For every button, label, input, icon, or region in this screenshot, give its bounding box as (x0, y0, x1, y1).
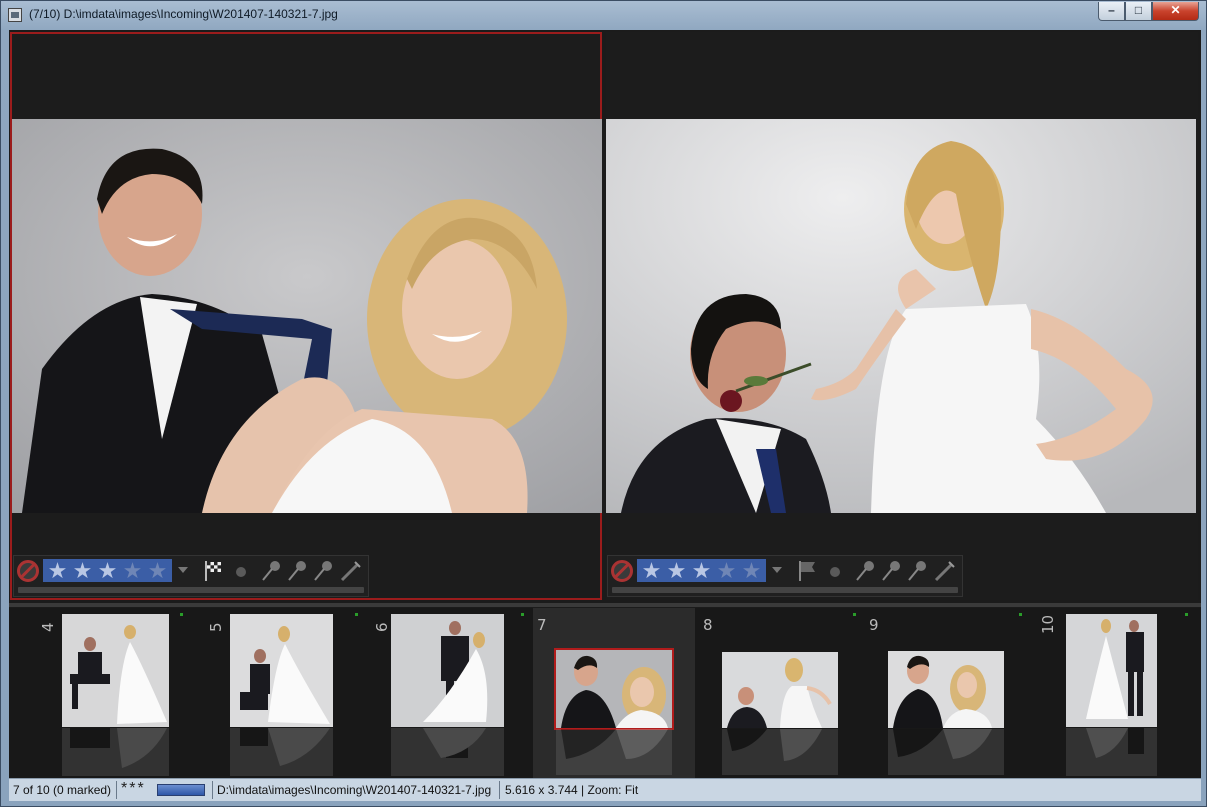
close-icon: ✕ (1170, 3, 1181, 17)
thumbnail-cell-current[interactable]: 7 (533, 608, 695, 778)
star-icon[interactable]: ★ (739, 559, 764, 582)
thumbnail-number: 8 (703, 616, 713, 634)
checkered-flag-icon[interactable] (202, 559, 224, 583)
filmstrip-splitter[interactable] (9, 603, 1201, 607)
thumbnail-cell[interactable]: 9 (855, 608, 1023, 778)
thumbnail-number: 6 (373, 622, 391, 632)
minimize-button[interactable]: – (1098, 2, 1125, 21)
close-button[interactable]: ✕ (1152, 2, 1199, 21)
title-bar[interactable]: (7/10) D:\imdata\images\Incoming\W201407… (1, 1, 1206, 29)
viewer-area: ★ ★ ★ ★ ★ ★ ★ ★ ★ ★ 4 5 6 7 8 9 10 7 of … (9, 30, 1201, 801)
rating-dropdown-icon[interactable] (772, 567, 782, 573)
thumbnail-image[interactable] (888, 651, 1004, 728)
pin-icon[interactable] (312, 559, 334, 583)
status-info: 5.616 x 3.744 | Zoom: Fit (505, 783, 639, 797)
status-rating: *** (121, 780, 146, 797)
photo-couple-rose[interactable] (606, 119, 1196, 513)
star-rating[interactable]: ★ ★ ★ ★ ★ (637, 559, 766, 582)
thumbnail-number: 5 (207, 622, 225, 632)
status-divider (499, 781, 500, 799)
thumbnail-image[interactable] (554, 648, 674, 730)
thumbnail-image[interactable] (722, 652, 838, 728)
maximize-icon: □ (1134, 3, 1143, 17)
star-rating[interactable]: ★ ★ ★ ★ ★ (43, 559, 172, 582)
status-bar: 7 of 10 (0 marked) *** D:\imdata\images\… (9, 778, 1201, 801)
image-pane-right[interactable]: ★ ★ ★ ★ ★ (606, 32, 1198, 600)
thumbnail-reflection (62, 728, 169, 776)
status-dot (180, 613, 183, 616)
status-path: D:\imdata\images\Incoming\W201407-140321… (217, 783, 492, 797)
star-icon[interactable]: ★ (145, 559, 170, 582)
app-icon[interactable] (8, 8, 22, 22)
status-position: 7 of 10 (0 marked) (13, 783, 112, 797)
star-icon[interactable]: ★ (95, 559, 120, 582)
status-dot (1019, 613, 1022, 616)
thumbnail-number: 7 (537, 616, 547, 634)
thumbnail-image[interactable] (230, 614, 333, 727)
thumbnail-reflection (556, 729, 672, 775)
rating-toolbar: ★ ★ ★ ★ ★ (13, 555, 369, 597)
minimize-icon: – (1108, 3, 1115, 17)
thumbnail-cell[interactable]: 4 (19, 608, 184, 778)
color-label-icon[interactable] (236, 567, 246, 577)
image-pane-left[interactable]: ★ ★ ★ ★ ★ (10, 32, 602, 600)
thumbnail-image[interactable] (1066, 614, 1157, 727)
status-dot (521, 613, 524, 616)
thumbnail-number: 4 (39, 622, 57, 632)
pin-icon[interactable] (880, 559, 902, 583)
pin-icon[interactable] (260, 559, 282, 583)
star-icon[interactable]: ★ (70, 559, 95, 582)
filmstrip: 4 5 6 7 8 9 10 (9, 608, 1201, 784)
star-icon[interactable]: ★ (689, 559, 714, 582)
rating-dropdown-icon[interactable] (178, 567, 188, 573)
thumbnail-reflection (722, 729, 838, 775)
thumbnail-reflection (1066, 728, 1157, 776)
thumbnail-number: 9 (869, 616, 879, 634)
star-icon[interactable]: ★ (714, 559, 739, 582)
edit-wand-icon[interactable] (338, 559, 362, 583)
pin-icon[interactable] (286, 559, 308, 583)
star-icon[interactable]: ★ (45, 559, 70, 582)
rating-track (18, 587, 364, 593)
status-divider (212, 781, 213, 799)
status-dot (1185, 613, 1188, 616)
flag-icon[interactable] (796, 559, 818, 583)
window-title: (7/10) D:\imdata\images\Incoming\W201407… (29, 7, 338, 21)
thumbnail-image[interactable] (391, 614, 504, 727)
app-window: (7/10) D:\imdata\images\Incoming\W201407… (0, 0, 1207, 807)
thumbnail-cell[interactable]: 8 (695, 608, 856, 778)
thumbnail-reflection (230, 728, 333, 776)
color-label-icon[interactable] (830, 567, 840, 577)
photo-couple-tie[interactable] (12, 119, 602, 513)
reject-icon[interactable] (17, 560, 39, 582)
thumbnail-cell[interactable]: 5 (184, 608, 358, 778)
reject-icon[interactable] (611, 560, 633, 582)
star-icon[interactable]: ★ (120, 559, 145, 582)
star-icon[interactable]: ★ (664, 559, 689, 582)
thumbnail-reflection (391, 728, 504, 776)
status-rating-bar (157, 784, 205, 796)
status-divider (116, 781, 117, 799)
pin-icon[interactable] (906, 559, 928, 583)
maximize-button[interactable]: □ (1125, 2, 1152, 21)
thumbnail-number: 10 (1039, 614, 1057, 634)
thumbnail-reflection (888, 729, 1004, 775)
star-icon[interactable]: ★ (639, 559, 664, 582)
rating-track (612, 587, 958, 593)
pin-icon[interactable] (854, 559, 876, 583)
edit-wand-icon[interactable] (932, 559, 956, 583)
rating-toolbar: ★ ★ ★ ★ ★ (607, 555, 963, 597)
thumbnail-cell[interactable]: 10 (1023, 608, 1201, 778)
thumbnail-image[interactable] (62, 614, 169, 727)
thumbnail-cell[interactable]: 6 (349, 608, 524, 778)
